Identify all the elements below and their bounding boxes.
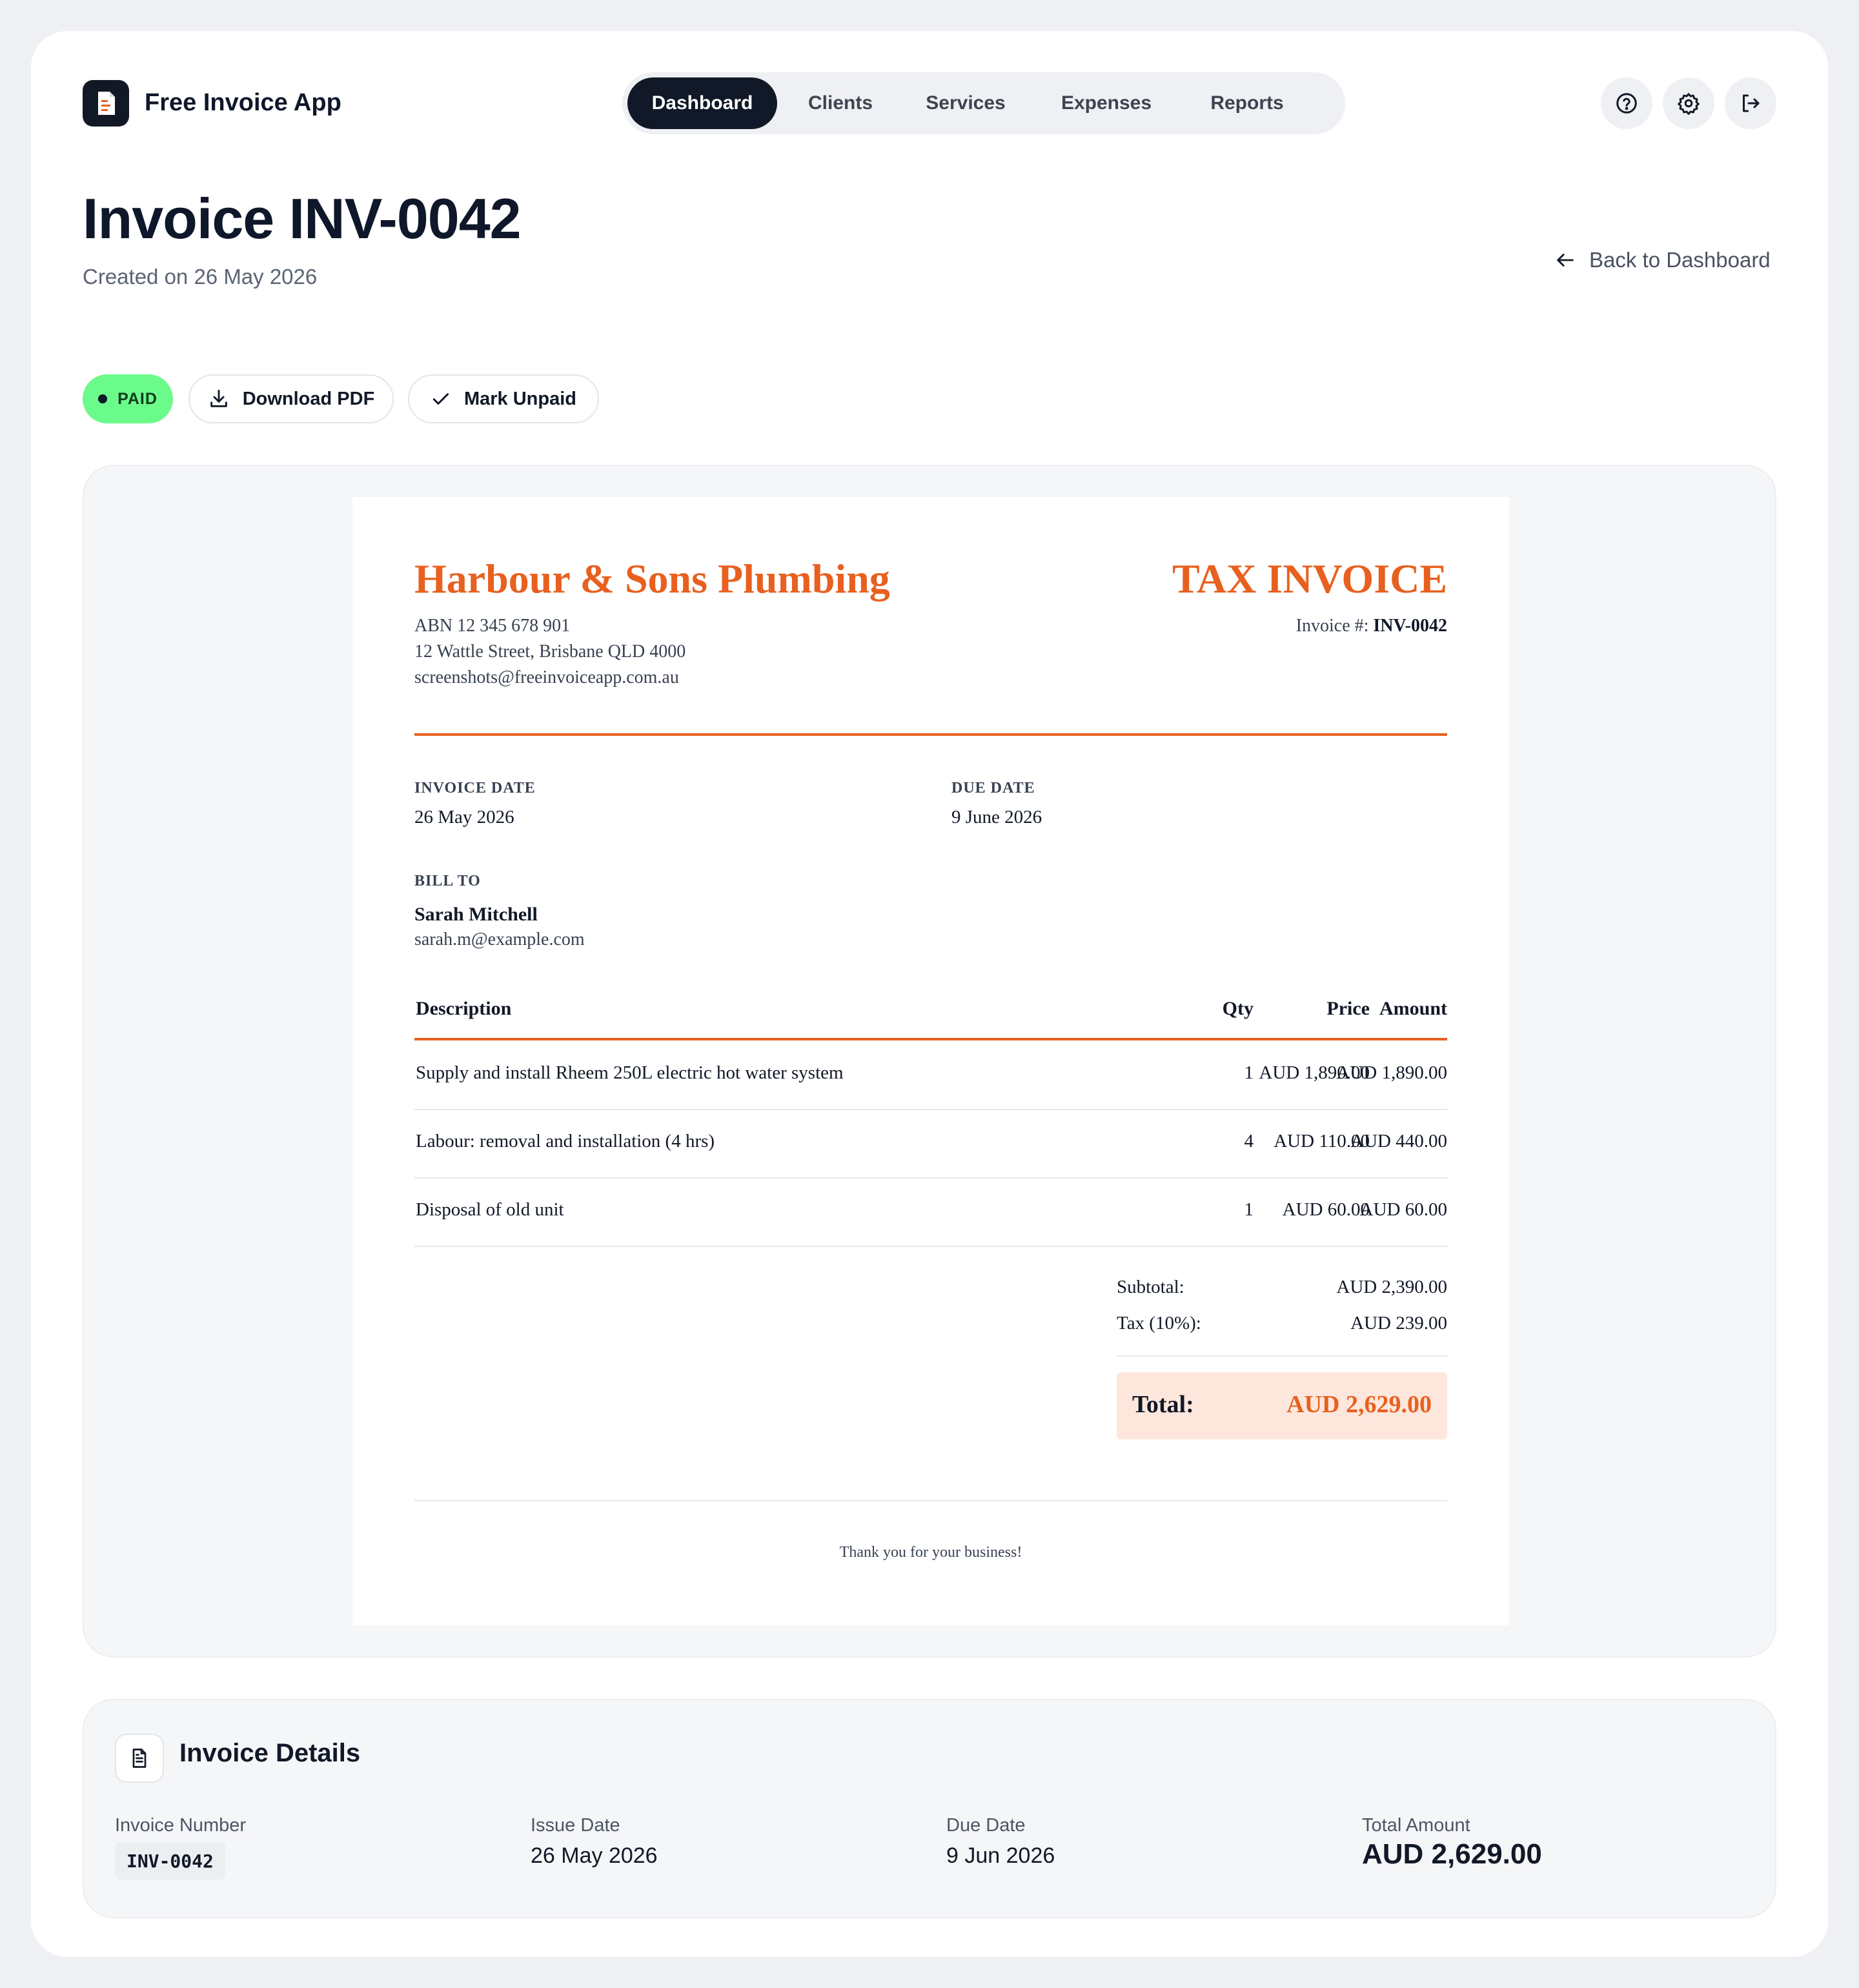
total-label: Total:: [1132, 1391, 1194, 1418]
table-header-divider: [414, 1038, 1447, 1040]
invoice-number: Invoice #: INV-0042: [1296, 616, 1447, 636]
tax-value: AUD 239.00: [1350, 1313, 1447, 1334]
line-description: Disposal of old unit: [416, 1199, 564, 1220]
column-amount: Amount: [1379, 998, 1447, 1019]
row-divider: [414, 1246, 1447, 1247]
totals-divider: [1117, 1355, 1447, 1357]
line-description: Labour: removal and installation (4 hrs): [416, 1131, 715, 1151]
business-name: Harbour & Sons Plumbing: [414, 556, 890, 602]
check-icon: [432, 393, 449, 405]
invoice-details-panel: Invoice Details Invoice Number INV-0042 …: [83, 1699, 1776, 1918]
tax-label: Tax (10%):: [1117, 1313, 1201, 1334]
row-divider: [414, 1177, 1447, 1179]
detail-issue-date-label: Issue Date: [531, 1815, 620, 1836]
arrow-left-icon: [1557, 254, 1574, 267]
settings-button[interactable]: [1663, 77, 1714, 129]
mark-unpaid-label: Mark Unpaid: [463, 388, 577, 409]
header-divider: [414, 733, 1447, 736]
details-title: Invoice Details: [179, 1739, 361, 1767]
document-title: TAX INVOICE: [1172, 556, 1447, 602]
business-email: screenshots@freeinvoiceapp.com.au: [414, 667, 679, 687]
detail-invoice-number: INV-0042: [115, 1842, 225, 1880]
due-date: 9 June 2026: [951, 807, 1042, 827]
download-pdf-button[interactable]: Download PDF: [188, 374, 394, 423]
footer-divider: [414, 1500, 1447, 1501]
help-button[interactable]: [1601, 77, 1652, 129]
back-to-dashboard-link[interactable]: Back to Dashboard: [1554, 248, 1771, 272]
mark-unpaid-button[interactable]: Mark Unpaid: [408, 374, 599, 423]
detail-total-amount: AUD 2,629.00: [1362, 1838, 1542, 1870]
subtotal-label: Subtotal:: [1117, 1277, 1184, 1297]
column-price: Price: [1326, 998, 1370, 1019]
invoice-number-value: INV-0042: [1373, 616, 1447, 636]
subtotal-value: AUD 2,390.00: [1336, 1277, 1447, 1297]
total-box: Total: AUD 2,629.00: [1117, 1372, 1447, 1439]
nav-dashboard[interactable]: Dashboard: [627, 77, 777, 129]
created-date: Created on 26 May 2026: [83, 265, 318, 289]
settings-icon: [1678, 93, 1700, 115]
app-logo-icon[interactable]: [83, 80, 129, 127]
invoice-date-label: INVOICE DATE: [414, 780, 536, 796]
column-description: Description: [416, 998, 512, 1019]
due-date-label: DUE DATE: [951, 780, 1035, 796]
business-abn: ABN 12 345 678 901: [414, 616, 571, 636]
nav-services[interactable]: Services: [902, 77, 1029, 129]
line-description: Supply and install Rheem 250L electric h…: [416, 1062, 844, 1083]
detail-total-label: Total Amount: [1362, 1815, 1470, 1836]
detail-due-date: 9 Jun 2026: [946, 1843, 1055, 1868]
row-divider: [414, 1109, 1447, 1110]
app-card: Free Invoice App Dashboard Clients Servi…: [31, 31, 1828, 1957]
thank-you-note: Thank you for your business!: [839, 1544, 1022, 1561]
bill-to-label: BILL TO: [414, 873, 481, 889]
download-icon: [210, 389, 227, 407]
business-address: 12 Wattle Street, Brisbane QLD 4000: [414, 642, 686, 662]
download-label: Download PDF: [242, 388, 375, 409]
detail-invoice-number-label: Invoice Number: [115, 1815, 247, 1836]
client-email: sarah.m@example.com: [414, 929, 585, 949]
column-qty: Qty: [1222, 998, 1254, 1019]
line-amount: AUD 60.00: [1359, 1199, 1447, 1220]
nav-reports[interactable]: Reports: [1184, 77, 1310, 129]
status-dot-icon: [98, 394, 108, 403]
main-nav: Dashboard Clients Services Expenses Repo…: [622, 72, 1345, 134]
invoice-preview: Harbour & Sons Plumbing TAX INVOICE Invo…: [83, 465, 1776, 1658]
nav-clients[interactable]: Clients: [782, 77, 899, 129]
invoice-date: 26 May 2026: [414, 807, 514, 827]
line-amount: AUD 440.00: [1350, 1131, 1447, 1151]
status-badge: PAID: [83, 374, 173, 423]
page-title: Invoice INV-0042: [83, 187, 522, 250]
document-icon: [115, 1734, 164, 1783]
detail-issue-date: 26 May 2026: [531, 1843, 658, 1868]
help-icon: [1616, 93, 1637, 114]
app-name[interactable]: Free Invoice App: [145, 89, 341, 117]
invoice-number-label: Invoice #:: [1295, 616, 1369, 636]
client-name: Sarah Mitchell: [414, 904, 538, 925]
total-value: AUD 2,629.00: [1286, 1391, 1432, 1418]
line-amount: AUD 1,890.00: [1336, 1062, 1447, 1083]
logout-button[interactable]: [1725, 77, 1776, 129]
logout-icon: [1743, 94, 1760, 112]
back-label: Back to Dashboard: [1589, 248, 1771, 272]
invoice-document: Harbour & Sons Plumbing TAX INVOICE Invo…: [352, 497, 1509, 1625]
detail-due-date-label: Due Date: [946, 1815, 1026, 1836]
nav-expenses[interactable]: Expenses: [1033, 77, 1180, 129]
status-label: PAID: [117, 389, 157, 408]
